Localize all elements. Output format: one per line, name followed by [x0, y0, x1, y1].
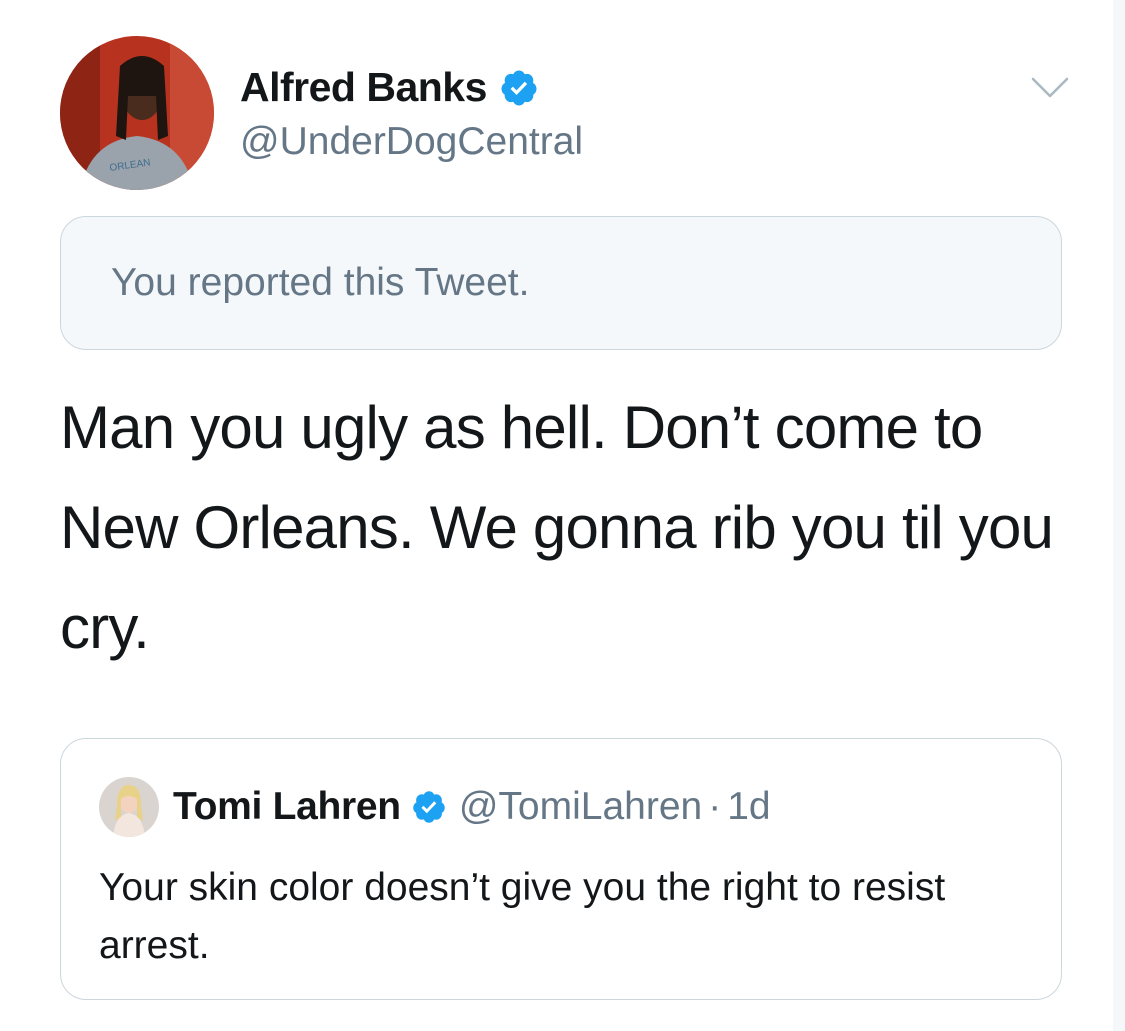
tweet-header: ORLEAN Alfred Banks @UnderDogCentral: [60, 36, 1070, 192]
quoted-tweet-header: Tomi Lahren @TomiLahren · 1d: [99, 777, 771, 837]
avatar[interactable]: ORLEAN: [60, 36, 214, 190]
chevron-down-icon[interactable]: [1030, 74, 1070, 102]
tweet-text: Man you ugly as hell. Don’t come to New …: [60, 394, 1054, 661]
quoted-author-display-name[interactable]: Tomi Lahren: [173, 785, 401, 829]
author-display-name[interactable]: Alfred Banks: [240, 64, 487, 111]
verified-badge-icon: [499, 68, 539, 108]
quoted-avatar[interactable]: [99, 777, 159, 837]
quoted-author-handle[interactable]: @TomiLahren: [459, 785, 702, 829]
avatar-image: ORLEAN: [60, 36, 214, 190]
quoted-separator: ·: [708, 785, 722, 828]
author-name-row: Alfred Banks: [240, 64, 539, 111]
reported-notice: You reported this Tweet.: [60, 216, 1062, 350]
quoted-avatar-image: [99, 777, 159, 837]
author-handle[interactable]: @UnderDogCentral: [240, 120, 583, 164]
quoted-timestamp[interactable]: 1d: [727, 785, 770, 829]
quoted-tweet[interactable]: Tomi Lahren @TomiLahren · 1d Your skin c…: [60, 738, 1062, 1000]
scroll-edge: [1113, 0, 1125, 1031]
quoted-verified-badge-icon: [411, 789, 447, 825]
quoted-tweet-text: Your skin color doesn’t give you the rig…: [99, 866, 946, 967]
reported-notice-text: You reported this Tweet.: [111, 261, 530, 304]
